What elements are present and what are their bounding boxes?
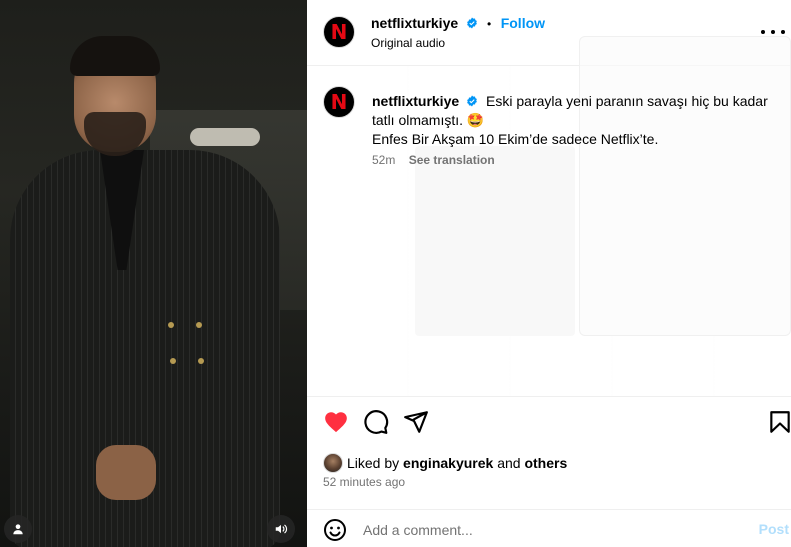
netflix-logo: N [330,20,348,44]
liker-username[interactable]: enginakyurek [403,455,493,471]
user-tag-button[interactable] [4,515,32,543]
original-audio-link[interactable]: Original audio [371,36,445,50]
liked-and: and [497,455,521,471]
suit-button [196,322,202,328]
netflix-logo: N [330,90,348,114]
verified-icon [467,95,478,107]
caption-avatar[interactable]: N [323,86,355,118]
likes-others-link[interactable]: others [524,455,567,471]
comment-icon [364,410,389,434]
liked-by-prefix: Liked by [347,455,400,471]
bookmark-icon [770,411,790,433]
comment-bar: Post [307,509,791,547]
sound-icon [275,524,288,534]
suit-button [198,358,204,364]
comments-area: N netflixturkiye Eski parayla yeni paran… [307,36,791,396]
sound-toggle-button[interactable] [267,515,295,543]
user-tag-icon [13,524,23,535]
heart-icon [325,412,347,433]
post-comment-button[interactable]: Post [759,521,789,537]
verified-icon [466,17,477,29]
save-button[interactable] [767,409,791,435]
background-reflection [579,36,791,336]
person-hand [96,445,156,500]
share-button[interactable] [403,409,429,435]
post-sidebar: N netflixturkiye • Follow Original audio… [307,0,791,547]
post-caption: netflixturkiye Eski parayla yeni paranın… [372,92,772,149]
separator-dot: • [487,17,492,31]
caption-age: 52m [372,153,396,167]
liker-avatar[interactable] [323,453,343,473]
likes-summary: Liked by enginakyurek and others [323,453,567,473]
emoji-icon[interactable] [323,518,347,542]
suit-button [170,358,176,364]
account-avatar[interactable]: N [323,16,355,48]
caption-username[interactable]: netflixturkiye [372,93,459,109]
suit-button [168,322,174,328]
caption-text-line2: Enfes Bir Akşam 10 Ekim’de sadece Netfli… [372,131,659,147]
post-timestamp[interactable]: 52 minutes ago [323,475,405,489]
action-bar [307,396,791,448]
comment-button[interactable] [363,409,389,435]
header-username[interactable]: netflixturkiye [371,15,458,31]
background-boat-model [190,128,260,146]
person-hair [70,36,160,76]
follow-button[interactable]: Follow [501,15,545,31]
like-button[interactable] [323,409,349,435]
see-translation-button[interactable]: See translation [409,153,495,167]
post-media[interactable] [0,0,307,547]
comment-input[interactable] [363,520,723,540]
caption-meta: 52m See translation [372,153,495,167]
share-icon [404,411,428,433]
more-icon [761,30,765,34]
background-reflection-panel [415,146,575,336]
